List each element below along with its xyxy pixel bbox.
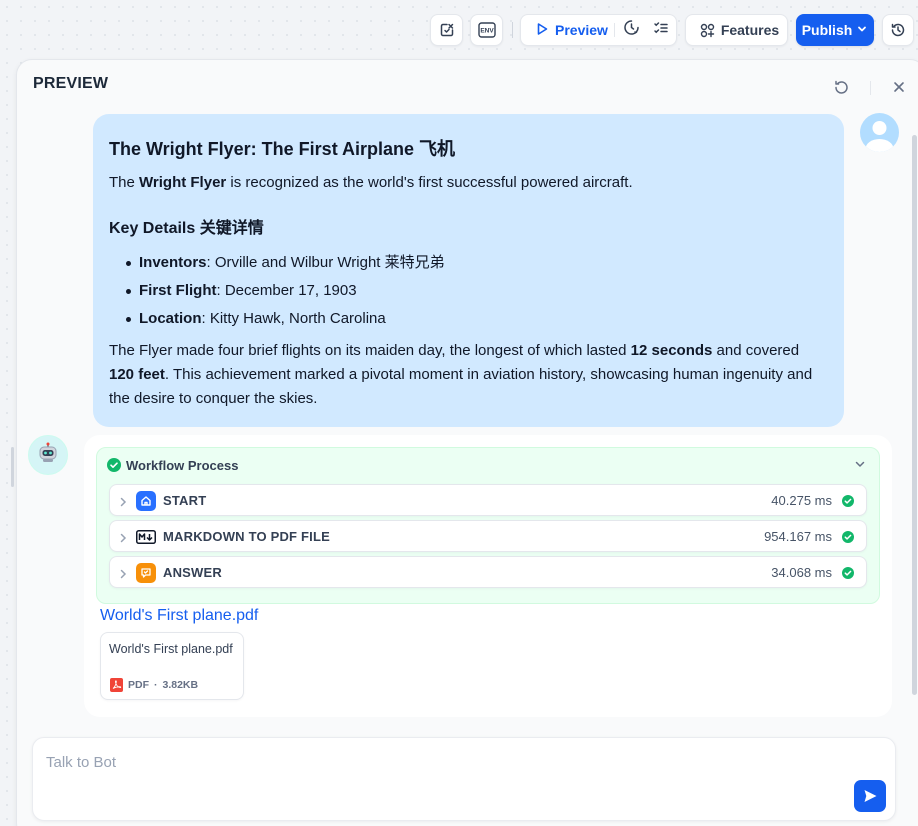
group-divider <box>614 23 615 37</box>
close-icon <box>892 81 906 98</box>
answer-icon <box>136 563 156 583</box>
send-button[interactable] <box>854 780 886 812</box>
toolbar-divider <box>512 22 513 38</box>
node-time: 954.167 ms <box>764 529 832 544</box>
check-circle-icon <box>842 530 854 548</box>
chevron-right-icon <box>118 531 128 549</box>
send-icon <box>862 788 878 804</box>
checklist-icon <box>653 20 669 41</box>
markdown-icon <box>136 527 156 547</box>
close-button[interactable] <box>892 80 908 96</box>
node-time: 34.068 ms <box>771 565 832 580</box>
home-icon <box>136 491 156 511</box>
workflow-node-answer[interactable]: ANSWER 34.068 ms <box>109 556 867 588</box>
features-label: Features <box>720 22 780 38</box>
message-intro: The Wright Flyer is recognized as the wo… <box>109 174 633 191</box>
pdf-file-icon <box>110 678 123 692</box>
list-item: First Flight: December 17, 1903 <box>123 279 828 303</box>
version-history-button[interactable] <box>882 14 914 46</box>
workflow-node-markdown-to-pdf[interactable]: MARKDOWN TO PDF FILE 954.167 ms <box>109 520 867 552</box>
check-circle-icon <box>842 494 854 512</box>
chevron-down-icon <box>853 458 867 475</box>
chevron-down-icon <box>856 22 868 38</box>
publish-label: Publish <box>801 22 853 38</box>
chevron-right-icon <box>118 495 128 513</box>
message-subheading: Key Details 关键详情 <box>109 220 264 237</box>
features-icon <box>700 23 715 38</box>
file-meta: PDF · 3.82KB <box>110 678 198 692</box>
checklist-button[interactable] <box>650 20 672 40</box>
check-circle-icon <box>842 566 854 584</box>
workflow-node-start[interactable]: START 40.275 ms <box>109 484 867 516</box>
svg-text:ENV: ENV <box>480 28 494 35</box>
features-button[interactable]: Features <box>685 14 788 46</box>
file-type: PDF <box>128 679 149 691</box>
publish-button[interactable]: Publish <box>796 14 874 46</box>
node-name: ANSWER <box>163 565 222 580</box>
top-toolbar: ENV Preview Features Publish <box>0 14 918 46</box>
file-attachment-card[interactable]: World's First plane.pdf PDF · 3.82KB <box>100 632 244 700</box>
panel-header-divider <box>870 81 871 95</box>
message-heading: The Wright Flyer: The First Airplane 飞机 <box>109 139 456 159</box>
preview-group: Preview <box>520 14 677 46</box>
restart-button[interactable] <box>833 79 851 97</box>
clock-play-icon <box>623 19 640 41</box>
list-item: Inventors: Orville and Wilbur Wright 莱特兄… <box>123 251 828 275</box>
collapse-button[interactable] <box>853 457 867 471</box>
chat-input[interactable] <box>46 754 826 771</box>
message-paragraph: The Flyer made four brief flights on its… <box>109 342 813 407</box>
user-avatar <box>860 113 899 152</box>
env-button[interactable]: ENV <box>470 14 503 46</box>
meta-separator: · <box>154 679 158 691</box>
chat-input-box <box>32 737 896 821</box>
file-name: World's First plane.pdf <box>109 642 233 656</box>
cursor-check-icon <box>439 22 455 38</box>
panel-title: PREVIEW <box>33 75 109 92</box>
chevron-right-icon <box>118 567 128 585</box>
check-circle-icon <box>107 458 121 472</box>
node-name: MARKDOWN TO PDF FILE <box>163 529 330 544</box>
history-icon <box>890 22 906 38</box>
list-item: Location: Kitty Hawk, North Carolina <box>123 307 828 331</box>
file-size: 3.82KB <box>162 679 199 691</box>
node-name: START <box>163 493 207 508</box>
workflow-title: Workflow Process <box>126 457 239 473</box>
user-message: The Wright Flyer: The First Airplane 飞机 … <box>93 114 844 427</box>
details-list: Inventors: Orville and Wilbur Wright 莱特兄… <box>123 251 828 331</box>
refresh-icon <box>833 80 850 100</box>
play-icon <box>535 22 549 39</box>
preview-button[interactable]: Preview <box>527 15 616 45</box>
robot-icon <box>37 442 59 469</box>
pdf-download-link[interactable]: World's First plane.pdf <box>100 607 258 625</box>
scrollbar[interactable] <box>912 135 917 695</box>
run-history-button[interactable] <box>620 20 642 40</box>
env-icon: ENV <box>477 22 496 38</box>
resize-handle[interactable] <box>11 447 14 487</box>
node-time: 40.275 ms <box>771 493 832 508</box>
bot-message: Workflow Process START 40.275 ms MARKDOW… <box>84 435 892 717</box>
preview-label: Preview <box>555 22 608 38</box>
bot-avatar <box>28 435 68 475</box>
debug-button[interactable] <box>430 14 463 46</box>
workflow-header[interactable]: Workflow Process <box>107 456 238 474</box>
workflow-panel: Workflow Process START 40.275 ms MARKDOW… <box>96 447 880 604</box>
